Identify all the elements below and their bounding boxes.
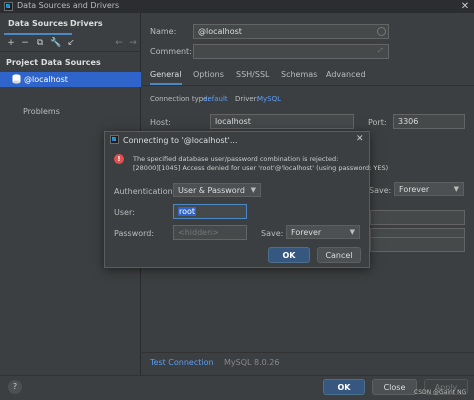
watermark: CSDN @Gaint NG — [414, 389, 467, 396]
dialog-ok-button[interactable]: OK — [268, 247, 310, 263]
bg-field-1[interactable] — [370, 210, 465, 225]
port-value: 3306 — [398, 117, 419, 126]
import-icon[interactable]: ↙ — [66, 38, 76, 48]
host-input[interactable]: localhost — [210, 114, 354, 129]
user-value: root — [178, 207, 197, 216]
window-title: Data Sources and Drivers — [17, 1, 120, 10]
error-line-1: The specified database user/password com… — [133, 155, 339, 163]
driver-label: Driver: — [235, 95, 259, 103]
section-title: Project Data Sources — [6, 58, 101, 67]
bg-save-value: Forever — [399, 185, 430, 194]
host-value: localhost — [215, 117, 251, 126]
dialog-app-icon — [110, 135, 119, 144]
dialog-title: Connecting to '@localhost'... — [123, 136, 238, 145]
name-input[interactable]: @localhost — [193, 24, 389, 39]
bg-field-3[interactable] — [370, 237, 465, 252]
back-icon[interactable]: ← — [114, 38, 124, 48]
test-connection-link[interactable]: Test Connection — [150, 358, 214, 367]
mysql-version: MySQL 8.0.26 — [224, 358, 280, 367]
user-input[interactable]: root — [173, 204, 247, 219]
chevron-down-icon: ▼ — [250, 186, 256, 194]
port-label: Port: — [368, 118, 387, 127]
remove-icon[interactable]: − — [20, 38, 30, 48]
dialog-cancel-button[interactable]: Cancel — [317, 247, 361, 263]
user-label: User: — [114, 208, 135, 217]
dialog-save-label: Save: — [261, 229, 284, 238]
forward-icon[interactable]: → — [128, 38, 138, 48]
app-logo-icon — [4, 2, 13, 11]
bg-save-select[interactable]: Forever ▼ — [394, 182, 464, 196]
auth-label: Authentication: — [114, 187, 176, 196]
comment-label: Comment: — [150, 47, 192, 56]
password-label: Password: — [114, 229, 155, 238]
error-line-2: [28000][1045] Access denied for user 'ro… — [133, 164, 389, 172]
auth-value: User & Password — [178, 186, 245, 195]
add-icon[interactable]: + — [6, 38, 16, 48]
error-icon: ! — [114, 154, 124, 164]
name-value: @localhost — [198, 27, 242, 36]
mysql-db-icon — [12, 74, 21, 84]
tab-general[interactable]: General — [150, 70, 182, 85]
tab-options[interactable]: Options — [193, 70, 224, 79]
tab-ssh-ssl[interactable]: SSH/SSL — [236, 70, 269, 79]
duplicate-icon[interactable]: ⧉ — [35, 38, 45, 48]
tree-item-label: @localhost — [24, 75, 68, 84]
comment-input[interactable] — [193, 44, 389, 59]
driver-link[interactable]: MySQL — [257, 95, 281, 103]
name-label: Name: — [150, 27, 177, 36]
tab-drivers[interactable]: Drivers — [66, 19, 107, 35]
auth-select[interactable]: User & Password ▼ — [173, 183, 261, 197]
window-close-icon[interactable]: ✕ — [458, 0, 472, 13]
ok-button[interactable]: OK — [323, 379, 365, 395]
help-button[interactable]: ? — [8, 380, 22, 394]
bottom-divider — [142, 352, 474, 353]
tab-data-sources[interactable]: Data Sources — [4, 19, 72, 35]
tree-item-localhost[interactable] — [0, 72, 141, 87]
dialog-save-value: Forever — [291, 228, 322, 237]
tabs-divider — [142, 85, 474, 86]
expand-icon[interactable]: ⤢ — [378, 47, 386, 55]
tab-advanced[interactable]: Advanced — [326, 70, 366, 79]
dialog-save-select[interactable]: Forever ▼ — [286, 225, 360, 239]
chevron-down-icon: ▼ — [349, 228, 355, 236]
close-button[interactable]: Close — [372, 379, 417, 395]
bg-save-label: Save: — [369, 186, 392, 195]
connection-type-link[interactable]: default — [203, 95, 228, 103]
port-input[interactable]: 3306 — [393, 114, 465, 129]
connection-type-label: Connection type: — [150, 95, 210, 103]
dialog-close-icon[interactable]: ✕ — [356, 134, 364, 144]
chevron-down-icon: ▼ — [453, 185, 459, 193]
password-placeholder: <hidden> — [178, 228, 219, 237]
problems-item[interactable]: Problems — [23, 107, 60, 116]
tab-schemas[interactable]: Schemas — [281, 70, 317, 79]
color-picker-icon[interactable] — [377, 27, 386, 36]
host-label: Host: — [150, 118, 171, 127]
password-input[interactable]: <hidden> — [173, 225, 247, 240]
wrench-icon[interactable]: 🔧 — [50, 38, 61, 48]
